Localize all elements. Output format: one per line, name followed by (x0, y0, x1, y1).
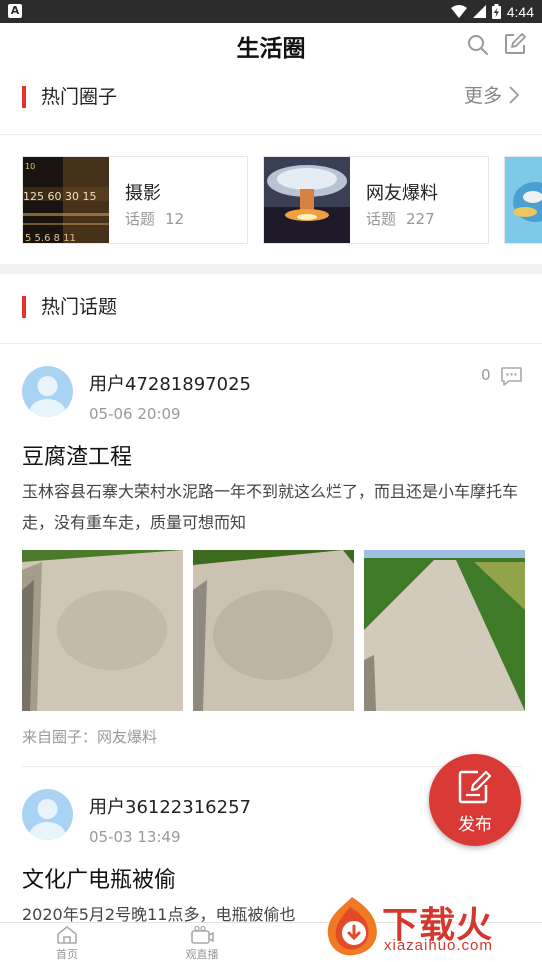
post-username[interactable]: 用户47281897025 (89, 370, 251, 396)
section-gap (0, 264, 542, 274)
nav-live[interactable]: 观直播 (148, 925, 256, 962)
circle-card-partial[interactable] (504, 156, 542, 244)
publish-button[interactable]: 发布 (429, 754, 521, 846)
chevron-right-icon (509, 85, 520, 104)
road-photo[interactable] (22, 550, 183, 711)
post-body: 玉林容县石寨大荣村水泥路一年不到就这么烂了，而且还是小车摩托车走，没有重车走，质… (22, 482, 519, 532)
live-video-icon (191, 925, 214, 944)
circle-name: 网友爆料 (366, 183, 438, 204)
post-username[interactable]: 用户36122316257 (89, 793, 251, 819)
post-time: 05-06 20:09 (89, 405, 181, 423)
hot-circles-title: 热门圈子 (41, 86, 118, 108)
status-time: 4:44 (506, 3, 534, 20)
comment-icon[interactable] (500, 366, 523, 387)
wifi-icon (450, 5, 467, 18)
mushroom-cloud-image (264, 157, 350, 243)
avatar[interactable] (22, 789, 73, 840)
status-bar: A 4:44 (0, 0, 542, 23)
post-card[interactable]: 用户47281897025 05-06 20:09 0 豆腐渣工程 玉林容县石寨… (0, 344, 542, 764)
svg-text:125 60 30 15: 125 60 30 15 (23, 190, 96, 203)
circle-card-photography[interactable]: 10 125 60 30 15 5 5.6 8 11 摄影 话题 12 (22, 156, 248, 244)
comment-count: 0 (481, 366, 491, 384)
road-photo[interactable] (364, 550, 525, 711)
nav-live-label: 观直播 (185, 948, 219, 961)
battery-icon (491, 4, 501, 19)
road-photo[interactable] (193, 550, 354, 711)
flame-logo-icon (327, 897, 377, 956)
notification-icon: A (8, 4, 22, 18)
more-label: 更多 (463, 85, 502, 107)
page-title: 生活圈 (236, 36, 306, 62)
nav-home-label: 首页 (56, 948, 78, 961)
publish-label: 发布 (458, 815, 492, 835)
post-source[interactable]: 来自圈子：网友爆料 (22, 726, 157, 747)
avatar[interactable] (22, 366, 73, 417)
more-circles-button[interactable]: 更多 (464, 81, 520, 108)
watermark-url: xiazaihuo.com (384, 937, 493, 954)
search-icon[interactable] (466, 33, 490, 57)
divider (0, 134, 542, 135)
section-accent-bar (22, 296, 26, 318)
svg-text:10: 10 (25, 162, 35, 171)
nav-home[interactable]: 首页 (13, 925, 121, 962)
post-time: 05-03 13:49 (89, 828, 181, 846)
section-accent-bar (22, 86, 26, 108)
circle-topics: 话题 227 (366, 210, 435, 228)
hot-circles-header: 热门圈子 更多 (0, 64, 542, 134)
hot-topics-header: 热门话题 (0, 274, 542, 344)
circle-name: 摄影 (125, 183, 161, 204)
publish-icon (458, 770, 492, 804)
watermark-logo: 下载火 xiazaihuo.com (320, 893, 542, 962)
post-title[interactable]: 文化广电瓶被偷 (22, 862, 176, 894)
compose-icon[interactable] (503, 32, 527, 56)
app-header: 生活圈 (0, 23, 542, 67)
camera-dial-image: 10 125 60 30 15 5 5.6 8 11 (23, 157, 109, 243)
hot-topics-title: 热门话题 (41, 296, 118, 318)
home-icon (57, 926, 77, 944)
hot-circles-list: 10 125 60 30 15 5 5.6 8 11 摄影 话题 12 网友爆料 … (0, 155, 542, 245)
post-title[interactable]: 豆腐渣工程 (22, 439, 132, 471)
circle-topics: 话题 12 (125, 210, 185, 228)
signal-icon (472, 5, 486, 18)
globe-image (505, 157, 542, 243)
svg-text:5 5.6 8 11: 5 5.6 8 11 (25, 233, 76, 243)
post-images (22, 550, 525, 711)
circle-card-netizen-reports[interactable]: 网友爆料 话题 227 (263, 156, 489, 244)
